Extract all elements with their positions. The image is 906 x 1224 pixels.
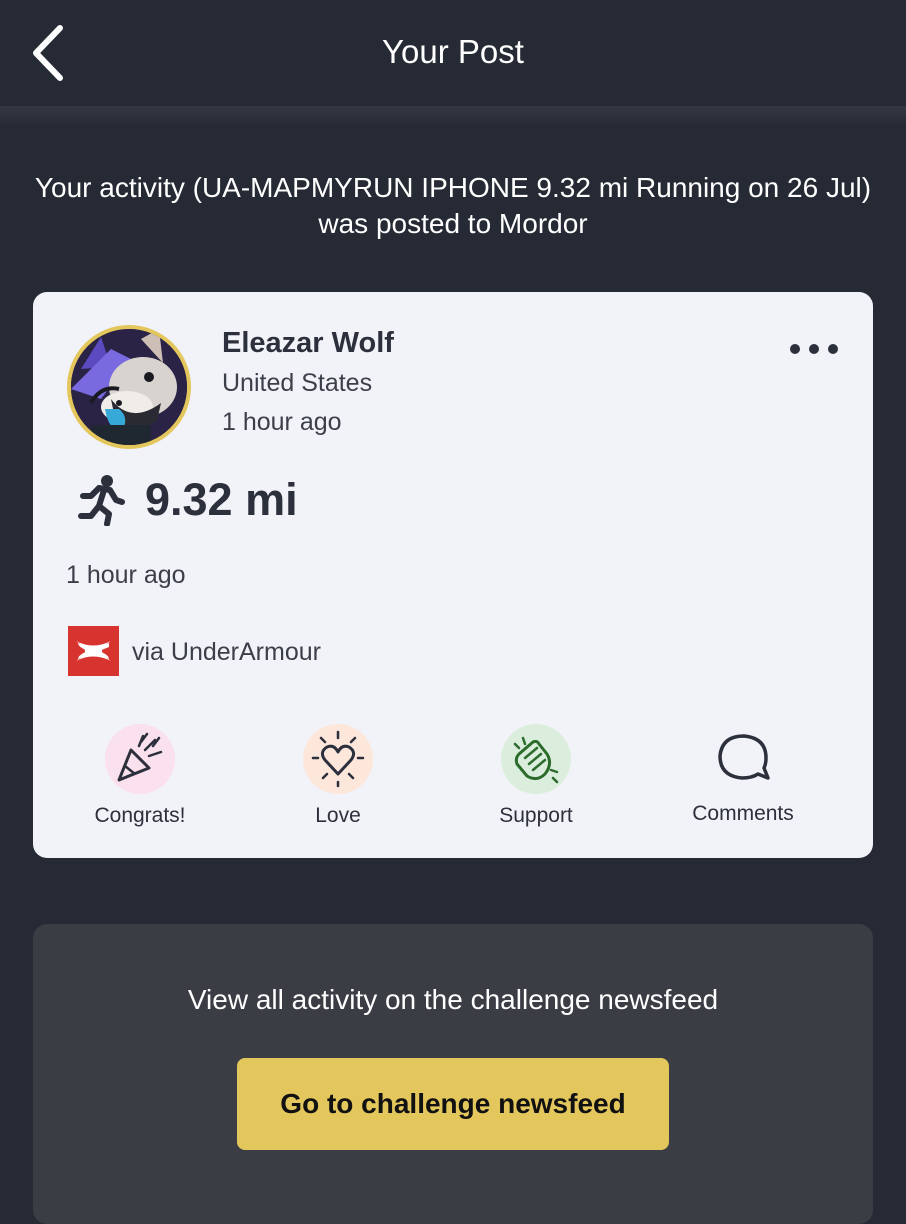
newsfeed-prompt: View all activity on the challenge newsf… xyxy=(187,984,719,1015)
comments-button[interactable]: Comments xyxy=(658,722,828,832)
comments-label: Comments xyxy=(692,802,794,825)
top-bar: Your Post xyxy=(0,0,906,106)
comment-bubble-icon[interactable] xyxy=(708,724,778,794)
support-button[interactable]: Support xyxy=(451,722,621,832)
more-options-button[interactable] xyxy=(783,332,845,366)
congrats-label: Congrats! xyxy=(94,804,186,827)
activity-card: Eleazar Wolf United States 1 hour ago 9.… xyxy=(33,292,873,858)
congrats-button[interactable]: Congrats! xyxy=(55,722,225,832)
love-button[interactable]: Love xyxy=(253,722,423,832)
party-popper-icon[interactable] xyxy=(105,724,175,794)
user-name[interactable]: Eleazar Wolf xyxy=(222,325,394,361)
heart-icon[interactable] xyxy=(303,724,373,794)
clapping-hands-icon[interactable] xyxy=(501,724,571,794)
under-armour-logo xyxy=(68,626,119,676)
activity-time: 1 hour ago xyxy=(66,561,186,589)
support-label: Support xyxy=(499,804,573,827)
love-label: Love xyxy=(315,804,361,827)
activity-distance: 9.32 mi xyxy=(145,474,298,525)
newsfeed-panel: View all activity on the challenge newsf… xyxy=(33,924,873,1224)
running-icon xyxy=(77,474,125,527)
more-horizontal-icon[interactable] xyxy=(783,332,845,366)
wolf-avatar-image xyxy=(71,329,187,445)
avatar[interactable] xyxy=(67,325,191,449)
user-country: United States xyxy=(222,369,373,397)
go-to-newsfeed-button[interactable]: Go to challenge newsfeed xyxy=(237,1058,669,1150)
post-time: 1 hour ago xyxy=(222,408,342,436)
posted-message: Your activity (UA-MAPMYRUN IPHONE 9.32 m… xyxy=(34,172,872,239)
page-title: Your Post xyxy=(382,33,524,70)
source-text: via UnderArmour xyxy=(132,638,321,666)
header-divider xyxy=(0,106,906,126)
